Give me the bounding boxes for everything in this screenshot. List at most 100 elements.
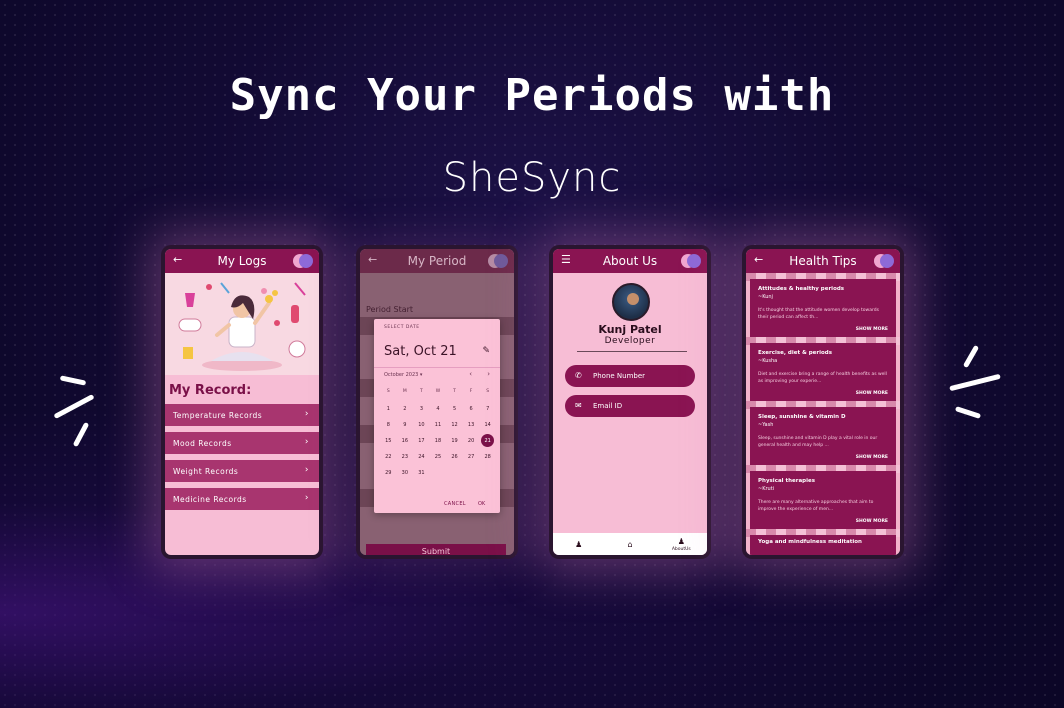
tip-card-partial[interactable]: Yoga and mindfulness meditation [750, 535, 896, 555]
phone-icon: ✆ [575, 371, 582, 380]
show-more-link[interactable]: SHOW MORE [856, 455, 888, 460]
cancel-button[interactable]: CANCEL [444, 501, 466, 507]
row-label: Weight Records [173, 466, 239, 476]
calendar-day[interactable]: 1 [380, 403, 397, 419]
calendar-day[interactable]: 8 [380, 419, 397, 435]
calendar-day[interactable]: 30 [397, 467, 414, 483]
calendar-day[interactable]: 31 [413, 467, 430, 483]
calendar-day[interactable]: 23 [397, 451, 414, 467]
calendar-day[interactable]: 16 [397, 435, 414, 451]
calendar-day[interactable] [430, 467, 447, 483]
nav-home-tab[interactable]: ⌂ [610, 540, 650, 549]
tip-card[interactable]: Exercise, diet & periods ~Kusha Diet and… [750, 343, 896, 401]
calendar-day[interactable]: 24 [413, 451, 430, 467]
temperature-records-row[interactable]: Temperature Records › [165, 404, 319, 426]
avatar [612, 283, 650, 321]
calendar-day[interactable]: 7 [479, 403, 496, 419]
tip-body: There are many alternative approaches th… [758, 500, 874, 512]
tip-card[interactable]: Physical therapies ~Kruti There are many… [750, 471, 896, 529]
calendar-day[interactable]: 3 [413, 403, 430, 419]
calendar-day[interactable] [463, 467, 480, 483]
tip-body: It's thought that the attitude women dev… [758, 308, 879, 320]
theme-toggle-icon[interactable] [874, 254, 894, 268]
record-title: My Record: [169, 383, 252, 398]
selected-calendar-day[interactable]: 21 [479, 434, 496, 451]
medicine-records-row[interactable]: Medicine Records › [165, 488, 319, 510]
back-arrow-icon[interactable]: ← [173, 253, 182, 266]
tip-card[interactable]: Attitudes & healthy periods ~Kunj It's t… [750, 279, 896, 337]
calendar-day[interactable]: 17 [413, 435, 430, 451]
calendar-day[interactable]: 22 [380, 451, 397, 467]
show-more-link[interactable]: SHOW MORE [856, 519, 888, 524]
weight-records-row[interactable]: Weight Records › [165, 460, 319, 482]
calendar-day[interactable] [446, 467, 463, 483]
tip-body: Diet and exercise bring a range of healt… [758, 372, 887, 384]
calendar-day[interactable]: 13 [463, 419, 480, 435]
tip-title: Sleep, sunshine & vitamin D [758, 414, 846, 420]
nav-period-tab[interactable]: ♟ [559, 540, 599, 549]
profile-name: Kunj Patel [598, 323, 662, 336]
calendar-day[interactable]: 9 [397, 419, 414, 435]
calendar-day[interactable]: 11 [430, 419, 447, 435]
nav-about-tab[interactable]: ♟ AboutUs [661, 537, 701, 552]
calendar-day[interactable]: 6 [463, 403, 480, 419]
selected-date: Sat, Oct 21 [384, 344, 457, 359]
back-arrow-icon[interactable]: ← [754, 253, 763, 266]
phone-number-button[interactable]: ✆ Phone Number [565, 365, 695, 387]
submit-button[interactable]: Submit [366, 544, 506, 555]
calendar-day[interactable]: 5 [446, 403, 463, 419]
calendar-day[interactable]: 19 [446, 435, 463, 451]
tip-card[interactable]: Sleep, sunshine & vitamin D ~Yash Sleep,… [750, 407, 896, 465]
chevron-right-icon[interactable]: › [487, 370, 490, 378]
app-bar-title: My Logs [217, 254, 267, 268]
show-more-link[interactable]: SHOW MORE [856, 327, 888, 332]
chevron-left-icon[interactable]: ‹ [469, 370, 472, 378]
theme-toggle-icon[interactable] [293, 254, 313, 268]
calendar-day[interactable]: 20 [463, 435, 480, 451]
row-label: Medicine Records [173, 494, 247, 504]
calendar-day[interactable]: 2 [397, 403, 414, 419]
app-bar: ← My Logs [165, 249, 319, 273]
right-spark-icon [945, 338, 1005, 428]
picker-header: SELECT DATE [384, 325, 420, 330]
calendar-day[interactable]: 4 [430, 403, 447, 419]
hamburger-menu-icon[interactable]: ☰ [561, 253, 571, 266]
purple-glow [0, 390, 1064, 708]
calendar-week: 15 16 17 18 19 20 21 [380, 434, 496, 451]
chevron-right-icon: › [304, 409, 309, 419]
weekday-header: S M T W T F S [380, 389, 496, 394]
month-year-dropdown[interactable]: October 2023 ▾ [384, 372, 422, 378]
chevron-right-icon: › [304, 437, 309, 447]
calendar-day[interactable]: 28 [479, 451, 496, 467]
illustration-woman-meditating [165, 273, 319, 375]
calendar-day[interactable]: 27 [463, 451, 480, 467]
app-bar: ← My Period [360, 249, 514, 273]
date-picker-dialog: SELECT DATE Sat, Oct 21 ✎ October 2023 ▾… [374, 319, 500, 513]
edit-pencil-icon[interactable]: ✎ [482, 346, 490, 356]
tip-author: ~Kusha [758, 358, 778, 364]
app-bar: ← Health Tips [746, 249, 900, 273]
calendar-day[interactable]: 14 [479, 419, 496, 435]
phone-health-tips: ← Health Tips Attitudes & healthy period… [742, 245, 904, 559]
screen-about-us: ☰ About Us Kunj Patel Developer ✆ Phone … [553, 249, 707, 555]
calendar-day[interactable]: 25 [430, 451, 447, 467]
email-button[interactable]: ✉ Email ID [565, 395, 695, 417]
mood-records-row[interactable]: Mood Records › [165, 432, 319, 454]
profile-role: Developer [604, 336, 656, 346]
calendar-day[interactable]: 18 [430, 435, 447, 451]
chevron-right-icon: › [304, 493, 309, 503]
back-arrow-icon[interactable]: ← [368, 253, 377, 266]
theme-toggle-icon[interactable] [681, 254, 701, 268]
calendar-day[interactable]: 10 [413, 419, 430, 435]
calendar-day[interactable]: 29 [380, 467, 397, 483]
calendar-day[interactable]: 26 [446, 451, 463, 467]
calendar-day[interactable]: 15 [380, 435, 397, 451]
divider [577, 351, 687, 352]
show-more-link[interactable]: SHOW MORE [856, 391, 888, 396]
calendar-day[interactable]: 12 [446, 419, 463, 435]
ok-button[interactable]: OK [478, 501, 485, 507]
app-bar-title: About Us [602, 254, 658, 268]
calendar-day[interactable] [479, 467, 496, 483]
calendar-week: 29 30 31 [380, 467, 496, 483]
theme-toggle-icon[interactable] [488, 254, 508, 268]
